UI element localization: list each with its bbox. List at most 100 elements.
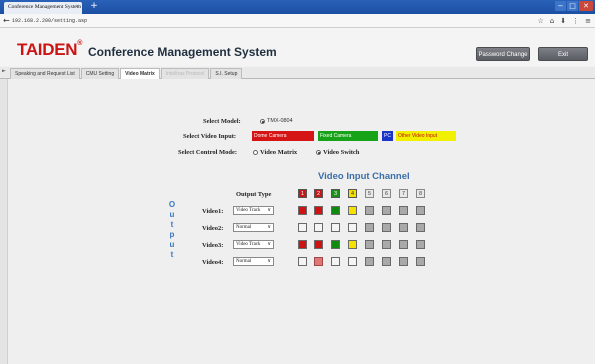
output-type-value: Normal: [236, 259, 252, 264]
control-mode-video-matrix-label: Video Matrix: [260, 149, 298, 156]
channel-number: 5: [365, 189, 374, 198]
chevron-down-icon: ∨: [267, 242, 271, 247]
matrix-cell[interactable]: [331, 223, 340, 232]
tab-intelitrax-protocol: Intelitrax Protocol: [160, 68, 210, 79]
channel-number: 3: [331, 189, 340, 198]
address-bar[interactable]: 192.168.2.200/setting.asp: [12, 16, 172, 26]
matrix-cell[interactable]: [314, 257, 323, 266]
output-letter: t: [170, 250, 174, 259]
matrix-cell[interactable]: [416, 206, 425, 215]
matrix-cell[interactable]: [298, 257, 307, 266]
chevron-down-icon: ∨: [267, 208, 271, 213]
video-input-channel-title: Video Input Channel: [318, 171, 410, 182]
matrix-cell[interactable]: [416, 223, 425, 232]
output-type-value: Video Track: [236, 208, 261, 213]
matrix-cell[interactable]: [382, 257, 391, 266]
matrix-cell[interactable]: [331, 206, 340, 215]
control-mode-video-switch-label: Video Switch: [323, 149, 360, 156]
control-mode-video-matrix-radio[interactable]: [253, 150, 258, 155]
maximize-icon[interactable]: □: [567, 1, 578, 11]
video-output-label: Video3:: [202, 242, 224, 249]
taiden-logo: TAIDEN®: [17, 40, 82, 60]
minimize-icon[interactable]: −: [555, 1, 566, 11]
browser-tab[interactable]: Conference Management System ×: [4, 2, 82, 14]
matrix-cell[interactable]: [348, 223, 357, 232]
matrix-cell[interactable]: [331, 257, 340, 266]
matrix-cell[interactable]: [348, 240, 357, 249]
video-output-label: Video2:: [202, 225, 224, 232]
video-input-pc[interactable]: PC: [382, 131, 393, 141]
output-type-select[interactable]: Video Track ∨: [233, 206, 274, 215]
matrix-cell[interactable]: [416, 257, 425, 266]
output-type-select[interactable]: Video Track ∨: [233, 240, 274, 249]
matrix-cell[interactable]: [382, 206, 391, 215]
sidebar-toggle-icon[interactable]: ►: [2, 68, 6, 74]
matrix-cell[interactable]: [399, 257, 408, 266]
left-strip: [0, 79, 8, 364]
matrix-cell[interactable]: [314, 240, 323, 249]
chevron-down-icon: ∨: [267, 225, 271, 230]
select-video-input-label: Select Video Input:: [183, 133, 237, 140]
matrix-cell[interactable]: [416, 240, 425, 249]
chevron-down-icon: ∨: [267, 259, 271, 264]
channel-number: 1: [298, 189, 307, 198]
matrix-cell[interactable]: [331, 240, 340, 249]
download-icon[interactable]: ⬇: [560, 16, 566, 26]
browser-titlebar: Conference Management System × + − □ ✕: [0, 0, 595, 14]
matrix-cell[interactable]: [399, 206, 408, 215]
tab-bar: ► Speaking and Request List CMU Setting …: [0, 67, 595, 79]
matrix-cell[interactable]: [298, 223, 307, 232]
logo-text: TAIDEN: [17, 40, 78, 59]
matrix-cell[interactable]: [314, 223, 323, 232]
tab-si-setup[interactable]: S.I. Setup: [210, 68, 243, 79]
matrix-cell[interactable]: [348, 257, 357, 266]
tab-close-icon[interactable]: ×: [76, 4, 79, 10]
matrix-cell[interactable]: [298, 240, 307, 249]
video-input-dome-camera[interactable]: Dome Camera: [252, 131, 314, 141]
channel-number: 4: [348, 189, 357, 198]
registered-mark: ®: [77, 40, 83, 47]
output-letter: t: [170, 220, 174, 229]
new-tab-icon[interactable]: +: [88, 2, 100, 12]
password-change-button[interactable]: Password Change: [476, 47, 530, 61]
video-output-label: Video1:: [202, 208, 224, 215]
channel-number: 7: [399, 189, 408, 198]
menu-icon[interactable]: ≡: [585, 16, 591, 26]
video-input-fixed-camera[interactable]: Fixed Camera: [318, 131, 378, 141]
model-radio[interactable]: [260, 119, 265, 124]
matrix-cell[interactable]: [348, 206, 357, 215]
back-arrow-icon[interactable]: ←: [3, 16, 10, 25]
exit-button[interactable]: Exit: [538, 47, 588, 61]
home-icon[interactable]: ⌂: [550, 16, 554, 26]
matrix-cell[interactable]: [382, 240, 391, 249]
tab-video-matrix[interactable]: Video Matrix: [120, 68, 160, 79]
matrix-cell[interactable]: [382, 223, 391, 232]
control-mode-video-switch-radio[interactable]: [316, 150, 321, 155]
channel-number: 2: [314, 189, 323, 198]
matrix-cell[interactable]: [365, 240, 374, 249]
output-type-select[interactable]: Normal ∨: [233, 257, 274, 266]
output-type-label: Output Type: [236, 191, 272, 198]
channel-number: 8: [416, 189, 425, 198]
output-type-value: Normal: [236, 225, 252, 230]
select-model-label: Select Model:: [203, 118, 241, 125]
output-type-select[interactable]: Normal ∨: [233, 223, 274, 232]
matrix-cell[interactable]: [298, 206, 307, 215]
output-letter: u: [169, 210, 175, 219]
matrix-cell[interactable]: [399, 223, 408, 232]
model-value: TMX-0804: [267, 118, 293, 124]
matrix-cell[interactable]: [399, 240, 408, 249]
more-icon[interactable]: ⋮: [572, 16, 579, 26]
matrix-cell[interactable]: [314, 206, 323, 215]
matrix-cell[interactable]: [365, 206, 374, 215]
matrix-cell[interactable]: [365, 223, 374, 232]
close-window-icon[interactable]: ✕: [579, 1, 593, 11]
app-header: TAIDEN® Conference Management System Pas…: [0, 28, 595, 66]
video-input-other[interactable]: Other Video Input: [396, 131, 456, 141]
tab-cmu-setting[interactable]: CMU Setting: [80, 68, 120, 79]
output-type-value: Video Track: [236, 242, 261, 247]
page-title: Conference Management System: [88, 45, 277, 59]
matrix-cell[interactable]: [365, 257, 374, 266]
bookmark-star-icon[interactable]: ☆: [538, 16, 544, 26]
tab-speaking-request-list[interactable]: Speaking and Request List: [10, 68, 80, 79]
